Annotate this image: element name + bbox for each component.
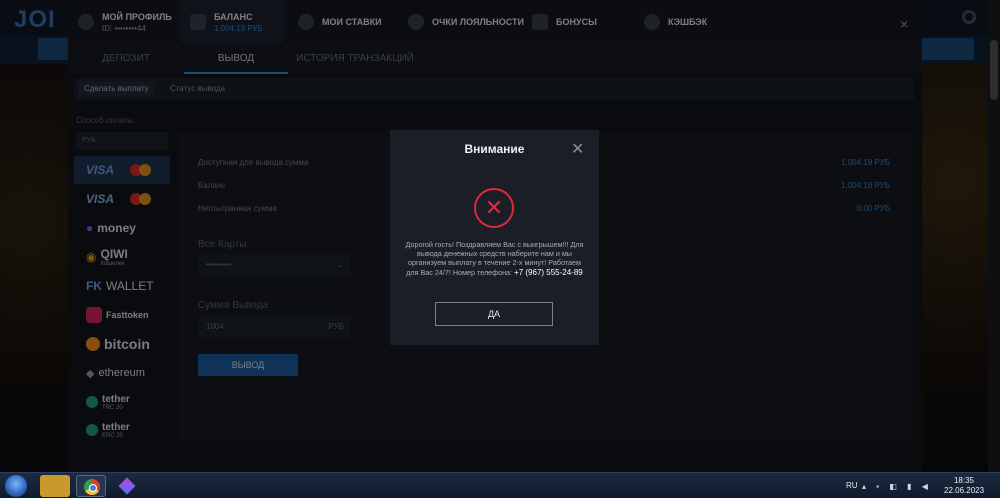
tray-language[interactable]: RU [846,481,858,490]
start-button[interactable] [5,475,27,497]
tray-icons[interactable]: ▴ ▪ ◧ ▮ ◀ [862,482,932,491]
ok-button[interactable]: ДА [435,302,553,326]
clock-date: 22.06.2023 [944,486,985,495]
clock-time: 18:35 [953,476,975,485]
error-x-icon: ✕ [474,188,514,228]
system-clock[interactable]: 18:35 22.06.2023 [944,476,984,496]
dialog-title: Внимание [464,142,525,156]
app-icon[interactable] [112,475,142,497]
close-icon[interactable]: ✕ [571,139,584,159]
chrome-icon[interactable] [76,475,106,497]
alert-dialog: Внимание ✕ ✕ Дорогой гость! Поздравляем … [390,130,599,345]
windows-taskbar: RU ▴ ▪ ◧ ▮ ◀ 18:35 22.06.2023 [0,472,1000,498]
dialog-message: Дорогой гость! Поздравляем Вас с выигрыш… [404,240,585,277]
file-explorer-icon[interactable] [40,475,70,497]
phone-number: +7 (967) 555-24-89 [514,267,583,277]
screen: JOI RU МОЙ ПРОФИЛЬID: ••••••••44 БАЛАНС1… [0,0,1000,498]
